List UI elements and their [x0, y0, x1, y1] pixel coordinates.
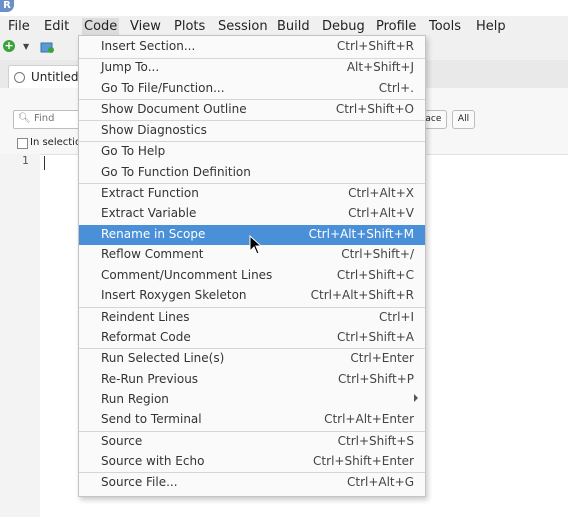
tab-untitled1[interactable]: Untitled1	[8, 65, 86, 89]
menu-item-source-file[interactable]: Source File... Ctrl+Alt+G	[79, 473, 425, 493]
menu-item-shortcut: Ctrl+Shift+P	[338, 372, 414, 386]
menu-item-label: Source	[101, 434, 143, 448]
menu-item-send-to-terminal[interactable]: Send to Terminal Ctrl+Alt+Enter	[79, 410, 425, 430]
menu-item-go-to-function-definition[interactable]: Go To Function Definition	[79, 163, 425, 183]
menu-item-shortcut: Ctrl+Shift+R	[336, 39, 414, 53]
menu-item-label: Reindent Lines	[101, 310, 190, 324]
menu-code[interactable]: Code	[82, 18, 120, 36]
menu-item-shortcut: Ctrl+Shift+C	[336, 268, 414, 282]
menu-item-label: Go To Help	[101, 144, 166, 158]
line-gutter	[0, 154, 40, 517]
menu-item-run-region[interactable]: Run Region	[79, 390, 425, 410]
chevron-down-icon[interactable]: ▼	[23, 42, 29, 51]
menu-build[interactable]: Build	[277, 18, 310, 36]
menu-item-show-document-outline[interactable]: Show Document Outline Ctrl+Shift+O	[79, 100, 425, 120]
menu-item-shortcut: Ctrl+Alt+V	[348, 206, 414, 220]
new-file-icon[interactable]: +	[3, 40, 15, 52]
menu-item-extract-variable[interactable]: Extract Variable Ctrl+Alt+V	[79, 204, 425, 224]
menu-profile[interactable]: Profile	[376, 18, 416, 36]
menu-item-shortcut: Ctrl+Alt+G	[346, 475, 414, 489]
menu-item-label: Jump To...	[101, 60, 160, 74]
menu-item-label: Insert Roxygen Skeleton	[101, 288, 247, 302]
in-selection-checkbox[interactable]	[17, 138, 28, 149]
menu-item-shortcut: Ctrl+Enter	[350, 351, 414, 365]
menu-item-label: Reformat Code	[101, 330, 191, 344]
menu-item-extract-function[interactable]: Extract Function Ctrl+Alt+X	[79, 184, 425, 204]
menu-item-label: Run Selected Line(s)	[101, 351, 225, 365]
menu-item-shortcut: Ctrl+.	[378, 81, 414, 95]
submenu-arrow-icon	[414, 394, 418, 402]
menu-item-label: Reflow Comment	[101, 247, 204, 261]
open-project-icon[interactable]	[40, 39, 56, 55]
menu-item-shortcut: Ctrl+Shift+O	[335, 102, 414, 116]
menu-item-shortcut: Ctrl+Alt+Shift+M	[308, 227, 414, 241]
menu-item-label: Go To File/Function...	[101, 81, 225, 95]
menu-tools[interactable]: Tools	[429, 18, 461, 36]
menu-debug[interactable]: Debug	[322, 18, 365, 36]
menu-item-source-with-echo[interactable]: Source with Echo Ctrl+Shift+Enter	[79, 452, 425, 472]
menu-item-shortcut: Ctrl+Alt+X	[348, 186, 414, 200]
menu-item-jump-to[interactable]: Jump To... Alt+Shift+J	[79, 58, 425, 78]
menu-item-show-diagnostics[interactable]: Show Diagnostics	[79, 121, 425, 141]
menu-item-shortcut: Ctrl+Shift+S	[337, 434, 414, 448]
menu-item-insert-roxygen-skeleton[interactable]: Insert Roxygen Skeleton Ctrl+Alt+Shift+R	[79, 286, 425, 306]
line-number: 1	[22, 154, 29, 167]
menu-item-go-to-file-function[interactable]: Go To File/Function... Ctrl+.	[79, 79, 425, 99]
menu-item-comment-uncomment-lines[interactable]: Comment/Uncomment Lines Ctrl+Shift+C	[79, 266, 425, 286]
menu-item-go-to-help[interactable]: Go To Help	[79, 142, 425, 162]
menu-item-shortcut: Ctrl+Shift+/	[341, 247, 414, 261]
menu-item-reformat-code[interactable]: Reformat Code Ctrl+Shift+A	[79, 328, 425, 348]
menu-item-label: Run Region	[101, 392, 169, 406]
rstudio-logo-icon: R	[0, 0, 14, 12]
menu-item-label: Comment/Uncomment Lines	[101, 268, 273, 282]
menu-file[interactable]: File	[8, 18, 30, 36]
menu-item-label: Show Diagnostics	[101, 123, 207, 137]
menu-item-reindent-lines[interactable]: Reindent Lines Ctrl+I	[79, 308, 425, 328]
menu-item-shortcut: Alt+Shift+J	[346, 60, 414, 74]
menu-item-label: Send to Terminal	[101, 412, 202, 426]
menu-item-re-run-previous[interactable]: Re-Run Previous Ctrl+Shift+P	[79, 370, 425, 390]
mouse-cursor-icon	[249, 235, 263, 255]
code-menu-dropdown: Insert Section... Ctrl+Shift+R Jump To..…	[78, 35, 426, 497]
menu-item-shortcut: Ctrl+I	[379, 310, 414, 324]
menu-item-label: Insert Section...	[101, 39, 196, 53]
menu-item-shortcut: Ctrl+Shift+A	[337, 330, 414, 344]
replace-all-button[interactable]: All	[452, 110, 475, 129]
menu-item-label: Source File...	[101, 475, 178, 489]
menu-item-label: Show Document Outline	[101, 102, 247, 116]
r-file-icon	[14, 72, 25, 83]
menu-item-run-selected-lines[interactable]: Run Selected Line(s) Ctrl+Enter	[79, 349, 425, 369]
menu-item-source[interactable]: Source Ctrl+Shift+S	[79, 432, 425, 452]
menu-help[interactable]: Help	[476, 18, 506, 36]
menu-item-shortcut: Ctrl+Shift+Enter	[313, 454, 414, 468]
menu-item-label: Source with Echo	[101, 454, 205, 468]
menu-item-shortcut: Ctrl+Alt+Enter	[324, 412, 414, 426]
menu-plots[interactable]: Plots	[174, 18, 205, 36]
menu-view[interactable]: View	[130, 18, 161, 36]
find-input[interactable]	[34, 111, 78, 126]
menu-item-label: Extract Variable	[101, 206, 197, 220]
find-field[interactable]: 🔍︎	[13, 110, 81, 129]
menu-item-label: Rename in Scope	[101, 227, 206, 241]
menu-edit[interactable]: Edit	[44, 18, 69, 36]
search-icon: 🔍︎	[18, 113, 31, 124]
menu-item-insert-section[interactable]: Insert Section... Ctrl+Shift+R	[79, 37, 425, 57]
menu-session[interactable]: Session	[218, 18, 268, 36]
menu-item-shortcut: Ctrl+Alt+Shift+R	[310, 288, 414, 302]
menu-item-label: Re-Run Previous	[101, 372, 199, 386]
text-caret	[44, 156, 45, 170]
menu-item-label: Go To Function Definition	[101, 165, 251, 179]
menu-item-label: Extract Function	[101, 186, 199, 200]
